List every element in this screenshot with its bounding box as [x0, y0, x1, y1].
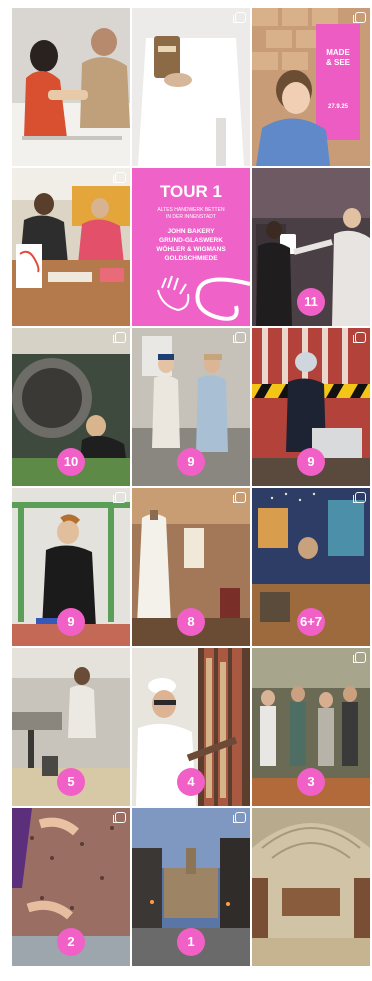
multi-photo-icon [233, 12, 246, 23]
tile-copper-kettle[interactable]: 10 [12, 328, 130, 486]
tile-badge: 11 [297, 288, 325, 316]
tile-badge: 9 [177, 448, 205, 476]
poster-subtitle: ALTES HANDWERK BETTEN IN DER INNENSTADT [132, 207, 250, 221]
multi-photo-icon [353, 652, 366, 663]
tile-boy-helmet[interactable]: 9 [252, 328, 370, 486]
tile-workshop-table[interactable] [12, 168, 130, 326]
poster-name-3: WÖHLER & WIGMANS [156, 246, 226, 253]
tile-badge: 5 [57, 768, 85, 796]
tile-crowd-shop[interactable]: 3 [252, 648, 370, 806]
poster-name-1: JOHN BAKERY [167, 228, 215, 235]
event-sign: MADE & SEE 27.9.25 [318, 48, 358, 112]
tile-badge: 3 [297, 768, 325, 796]
sign-line-1: MADE [326, 48, 350, 57]
tile-badge: 6+7 [297, 608, 325, 636]
multi-photo-icon [233, 332, 246, 343]
tile-badge: 9 [57, 608, 85, 636]
tile-kitchen-visitors[interactable]: 9 [132, 328, 250, 486]
multi-photo-icon [233, 492, 246, 503]
multi-photo-icon [113, 332, 126, 343]
multi-photo-icon [113, 492, 126, 503]
tile-blue-room[interactable]: 6+7 [252, 488, 370, 646]
multi-photo-icon [113, 172, 126, 183]
tile-woman-sign[interactable]: MADE & SEE 27.9.25 [252, 8, 370, 166]
multi-photo-icon [353, 492, 366, 503]
tile-workshop-kneading[interactable] [12, 8, 130, 166]
tile-granite-cutting[interactable]: 2 [12, 808, 130, 966]
tile-tour-poster[interactable]: TOUR 1 ALTES HANDWERK BETTEN IN DER INNE… [132, 168, 250, 326]
poster-title: TOUR 1 [159, 182, 223, 201]
tile-evening-street[interactable]: 1 [132, 808, 250, 966]
tile-young-man-workbench[interactable]: 9 [12, 488, 130, 646]
multi-photo-icon [353, 332, 366, 343]
hand-icon [157, 275, 250, 321]
poster-subtitle-line-1: ALTES HANDWERK BETTEN [157, 207, 225, 213]
tile-badge: 9 [297, 448, 325, 476]
tile-badge: 1 [177, 928, 205, 956]
tile-bread-bag[interactable] [132, 8, 250, 166]
photo-grid: MADE & SEE 27.9.25 TOUR 1 ALTES HANDWERK… [12, 8, 370, 981]
poster-name-4: GOLDSCHMIEDE [164, 255, 218, 262]
tile-hat-man-books[interactable]: 4 [132, 648, 250, 806]
video-icon [353, 12, 366, 23]
poster-names: JOHN BAKERY GRUND-GLASWERK WÖHLER & WIGM… [132, 227, 250, 263]
multi-photo-icon [233, 812, 246, 823]
tile-badge: 4 [177, 768, 205, 796]
tile-vaulted-hall[interactable] [252, 808, 370, 966]
tile-badge: 10 [57, 448, 85, 476]
tile-ticket-scan[interactable]: 11 [252, 168, 370, 326]
poster-subtitle-line-2: IN DER INNENSTADT [166, 214, 216, 220]
multi-photo-icon [113, 812, 126, 823]
sign-line-2: & SEE [325, 58, 350, 67]
sign-date: 27.9.25 [327, 104, 349, 110]
tile-dress-form[interactable]: 8 [132, 488, 250, 646]
poster-name-2: GRUND-GLASWERK [159, 237, 223, 244]
tile-badge: 8 [177, 608, 205, 636]
tile-workshop-machines[interactable]: 5 [12, 648, 130, 806]
tile-badge: 2 [57, 928, 85, 956]
